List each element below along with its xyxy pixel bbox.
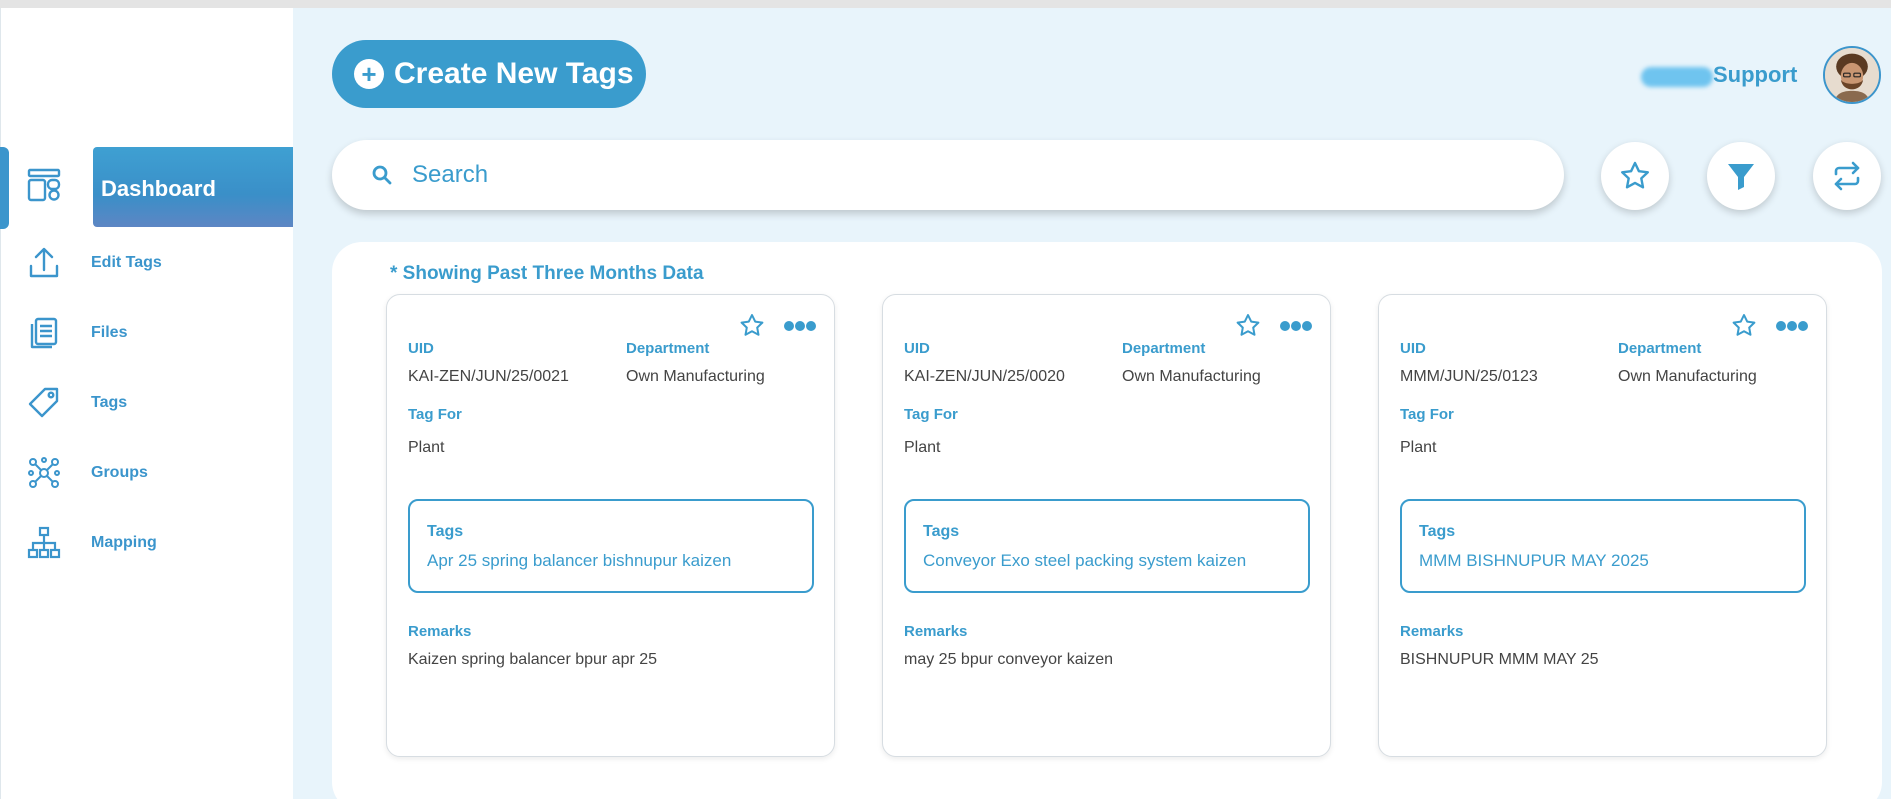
department-label: Department	[1618, 340, 1702, 357]
tags-box: Tags Apr 25 spring balancer bishnupur ka…	[408, 499, 814, 593]
uid-value: KAI-ZEN/JUN/25/0021	[408, 368, 569, 385]
tags-box: Tags Conveyor Exo steel packing system k…	[904, 499, 1310, 593]
filter-button[interactable]	[1707, 142, 1775, 210]
mapping-icon[interactable]	[27, 526, 61, 560]
favorite-star-icon[interactable]	[1235, 313, 1261, 339]
department-label: Department	[1122, 340, 1206, 357]
tag-card[interactable]: UID Department MMM/JUN/25/0123 Own Manuf…	[1378, 294, 1827, 757]
uid-value: KAI-ZEN/JUN/25/0020	[904, 368, 1065, 385]
data-range-notice: * Showing Past Three Months Data	[390, 263, 704, 284]
tag-for-label: Tag For	[904, 406, 958, 423]
remarks-label: Remarks	[1400, 623, 1464, 640]
search-icon	[372, 165, 392, 185]
avatar[interactable]	[1823, 46, 1881, 104]
uid-value: MMM/JUN/25/0123	[1400, 368, 1538, 385]
remarks-value: BISHNUPUR MMM MAY 25	[1400, 651, 1599, 668]
search-input[interactable]	[412, 156, 1512, 194]
remarks-label: Remarks	[904, 623, 968, 640]
tag-card[interactable]: UID Department KAI-ZEN/JUN/25/0021 Own M…	[386, 294, 835, 757]
redacted-username	[1641, 67, 1713, 87]
sidebar-item-mapping[interactable]: Mapping	[91, 534, 157, 552]
uid-label: UID	[1400, 340, 1426, 357]
tag-for-label: Tag For	[1400, 406, 1454, 423]
sidebar-item-edit-tags[interactable]: Edit Tags	[91, 254, 162, 272]
sync-icon	[1834, 161, 1860, 191]
favorite-star-icon[interactable]	[739, 313, 765, 339]
sidebar-item-groups[interactable]: Groups	[91, 464, 148, 482]
tags-value[interactable]: Conveyor Exo steel packing system kaizen	[923, 551, 1246, 571]
tags-label: Tags	[427, 523, 464, 540]
window-top-border	[0, 0, 1891, 8]
favorite-star-icon[interactable]	[1731, 313, 1757, 339]
tag-for-value: Plant	[1400, 439, 1437, 456]
create-button-label: Create New Tags	[394, 57, 634, 90]
sidebar-item-label[interactable]: Dashboard	[101, 176, 216, 202]
dashboard-icon[interactable]	[27, 168, 61, 202]
upload-icon[interactable]	[27, 246, 61, 280]
more-options-icon[interactable]	[783, 318, 817, 334]
department-value: Own Manufacturing	[626, 368, 765, 385]
remarks-value: Kaizen spring balancer bpur apr 25	[408, 651, 658, 668]
files-icon[interactable]	[27, 316, 61, 350]
plus-icon: +	[354, 59, 384, 89]
groups-icon[interactable]	[27, 456, 61, 490]
uid-label: UID	[904, 340, 930, 357]
active-indicator	[0, 147, 9, 229]
tags-value[interactable]: MMM BISHNUPUR MAY 2025	[1419, 551, 1649, 571]
tag-for-label: Tag For	[408, 406, 462, 423]
department-value: Own Manufacturing	[1122, 368, 1261, 385]
favorites-button[interactable]	[1601, 142, 1669, 210]
tags-box: Tags MMM BISHNUPUR MAY 2025	[1400, 499, 1806, 593]
tags-label: Tags	[923, 523, 960, 540]
tag-icon[interactable]	[27, 386, 61, 420]
remarks-value: may 25 bpur conveyor kaizen	[904, 651, 1113, 668]
tag-for-value: Plant	[904, 439, 941, 456]
search-bar	[332, 140, 1564, 210]
more-options-icon[interactable]	[1775, 318, 1809, 334]
user-label[interactable]: Support	[1713, 62, 1797, 88]
more-options-icon[interactable]	[1279, 318, 1313, 334]
department-value: Own Manufacturing	[1618, 368, 1757, 385]
tags-label: Tags	[1419, 523, 1456, 540]
sidebar-item-files[interactable]: Files	[91, 324, 127, 342]
sidebar-item-tags[interactable]: Tags	[91, 394, 127, 412]
remarks-label: Remarks	[408, 623, 472, 640]
refresh-button[interactable]	[1813, 142, 1881, 210]
create-new-tags-button[interactable]: + Create New Tags	[332, 40, 646, 108]
uid-label: UID	[408, 340, 434, 357]
star-icon	[1621, 161, 1649, 189]
tag-for-value: Plant	[408, 439, 445, 456]
department-label: Department	[626, 340, 710, 357]
filter-icon	[1728, 164, 1754, 190]
tags-value[interactable]: Apr 25 spring balancer bishnupur kaizen	[427, 551, 731, 571]
tag-card[interactable]: UID Department KAI-ZEN/JUN/25/0020 Own M…	[882, 294, 1331, 757]
